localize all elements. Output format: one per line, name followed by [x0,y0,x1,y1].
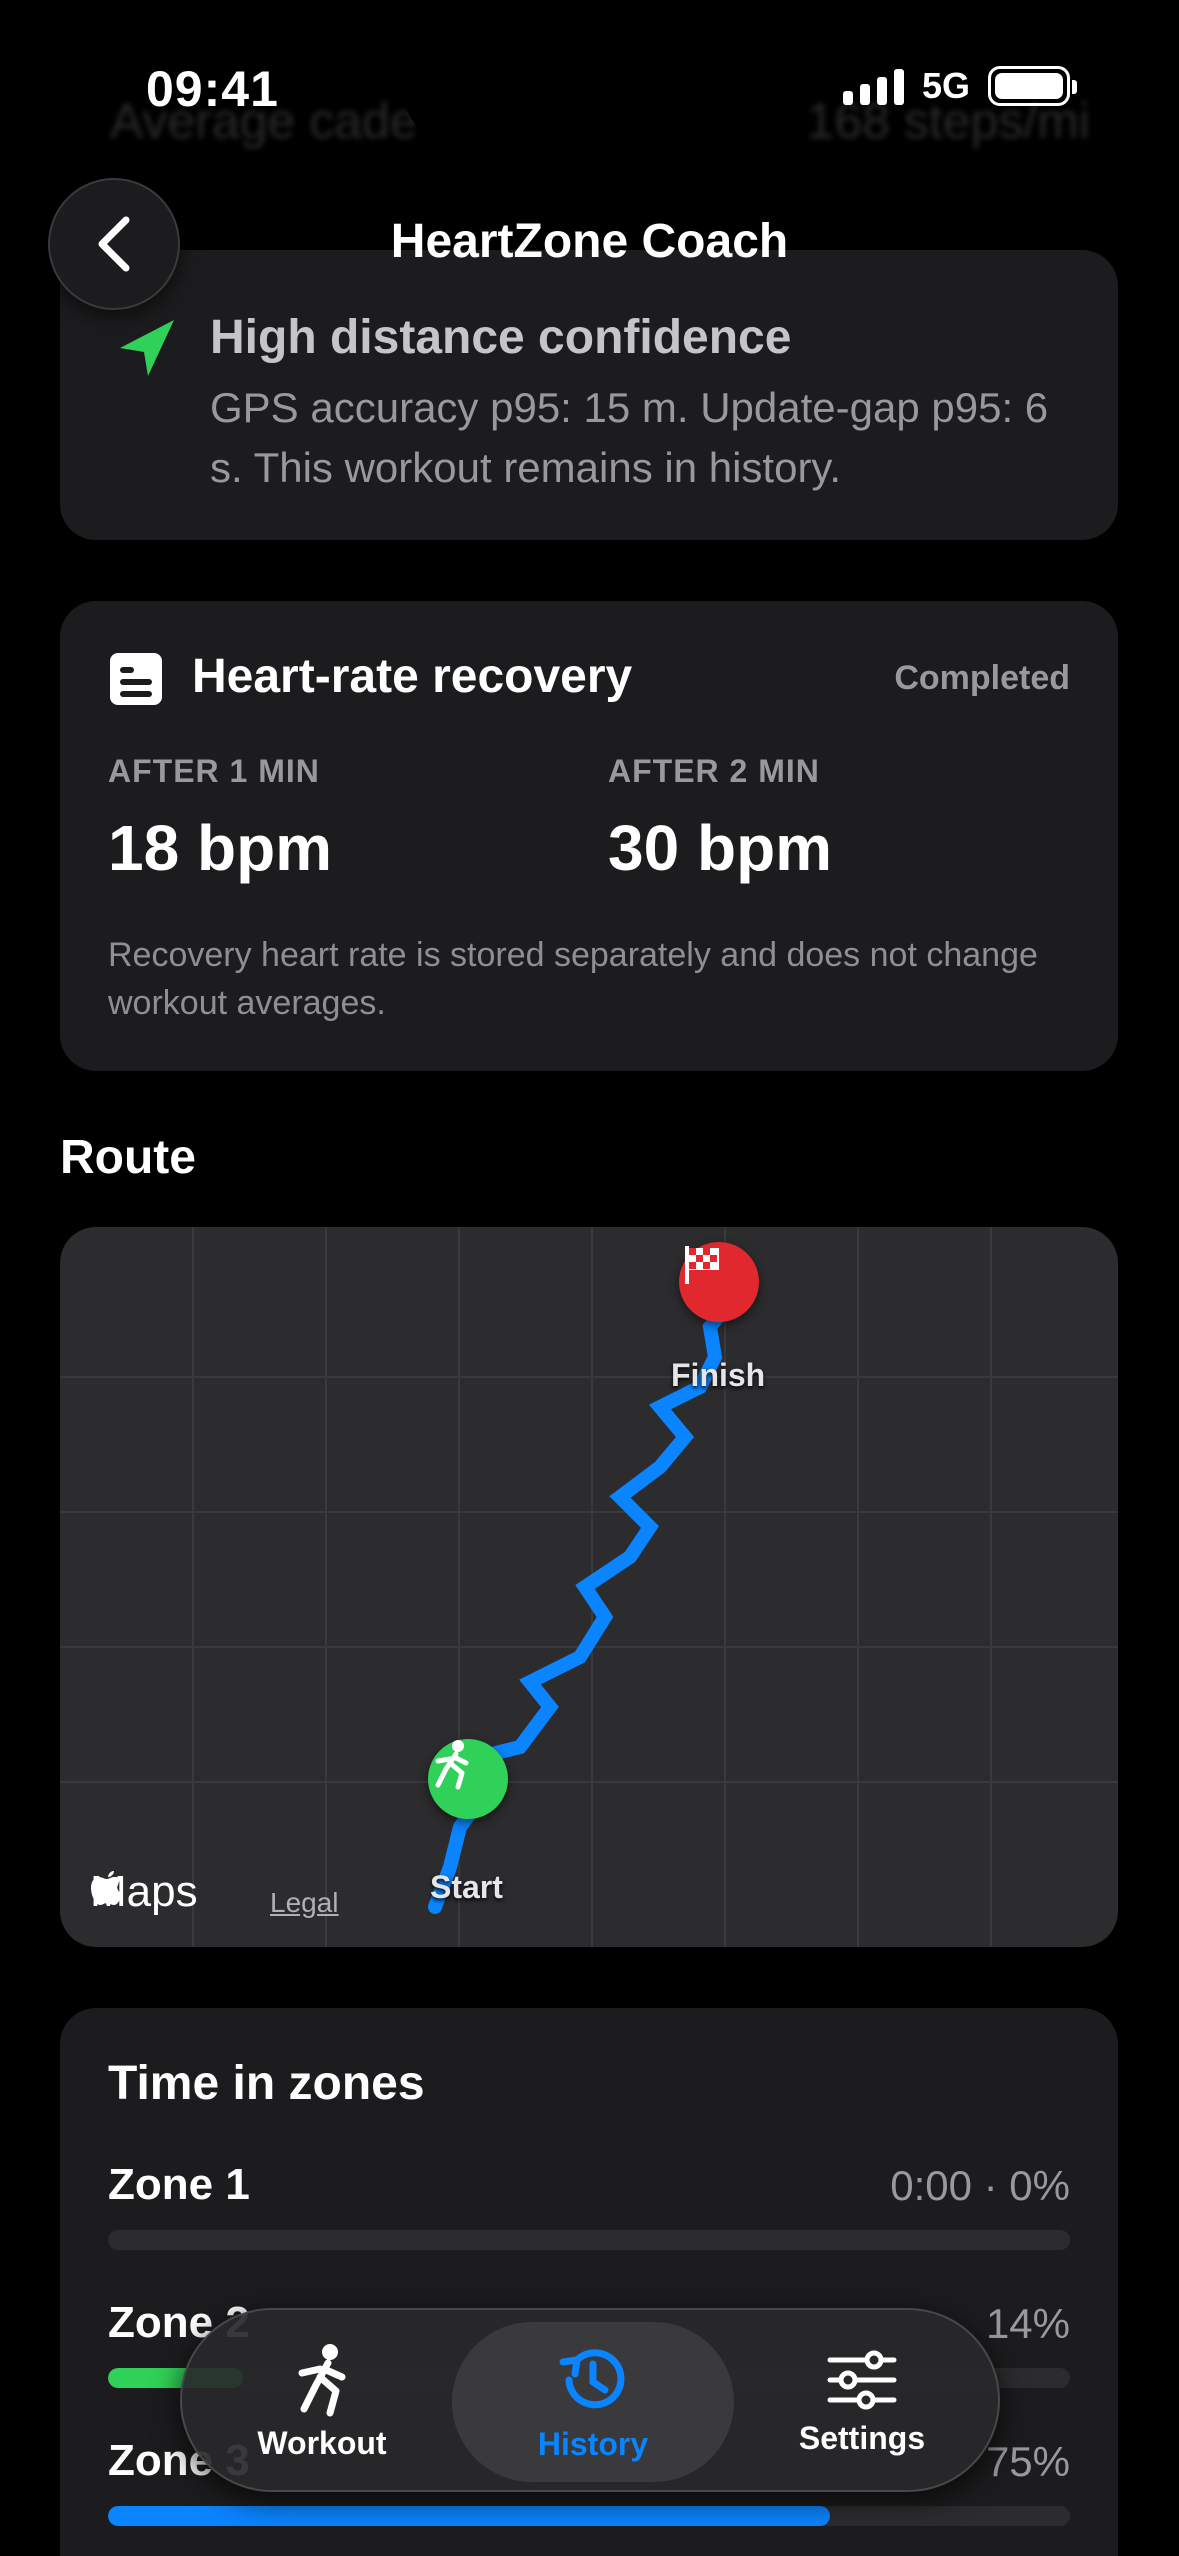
zone-1-value: 0:00 · 0% [890,2162,1070,2209]
route-section-title: Route [60,1131,196,1184]
tab-settings[interactable]: Settings [762,2322,962,2482]
after-1-min-value: 18 bpm [108,812,333,884]
network-type: 5G [922,65,971,106]
recovery-status: Completed [894,659,1070,697]
status-indicators: 5G [843,64,1078,108]
start-label: Start [430,1869,503,1905]
zone-3-bar [108,2506,1070,2526]
tab-history[interactable]: History [452,2322,734,2482]
sliders-icon [827,2350,897,2409]
status-bar: 09:41 5G [0,0,1179,170]
zone-1-bar [108,2230,1070,2250]
tab-workout-label: Workout [257,2424,387,2461]
legal-link[interactable]: Legal [270,1887,339,1919]
location-arrow-icon [120,320,174,376]
gps-confidence-card: High distance confidence GPS accuracy p9… [60,250,1118,540]
finish-label: Finish [671,1357,766,1393]
recovery-title: Heart-rate recovery [192,650,633,703]
dynamic-island [403,36,775,144]
after-2-min-value: 30 bpm [608,812,833,884]
running-figure-icon [298,2343,346,2416]
page-title: HeartZone Coach [390,215,789,268]
heart-rate-recovery-card: Heart-rate recovery Completed AFTER 1 MI… [60,601,1118,1071]
route-map[interactable]: Start Finish Maps Legal [60,1227,1118,1947]
gps-confidence-body: GPS accuracy p95: 15 m. Update-gap p95: … [210,384,1049,491]
tab-history-label: History [537,2425,649,2462]
checkered-flag-icon [685,1246,719,1284]
report-card-icon [110,653,162,705]
tab-settings-label: Settings [798,2419,926,2456]
cellular-signal-icon [843,67,904,105]
map-grid [60,1227,1118,1947]
history-clock-icon [559,2348,625,2408]
zone-3-fill [108,2506,830,2526]
zone-2-value: 14% [985,2300,1070,2347]
running-figure-icon [435,1740,469,1790]
battery-icon [988,66,1078,106]
tab-workout[interactable]: Workout [222,2322,422,2482]
after-2-min-label: AFTER 2 MIN [608,753,820,789]
apple-maps-logo: Maps [90,1867,198,1917]
status-time: 09:41 [146,61,279,117]
apple-logo-icon [91,1871,122,1905]
zones-title: Time in zones [108,2057,425,2110]
start-marker[interactable] [428,1739,508,1819]
after-1-min-label: AFTER 1 MIN [108,753,320,789]
zone-1-name: Zone 1 [108,2160,250,2209]
gps-confidence-title: High distance confidence [210,311,792,364]
recovery-note: Recovery heart rate is stored separately… [108,936,1038,1022]
finish-marker[interactable] [679,1242,759,1322]
zone-3-value: 75% [985,2438,1070,2485]
tab-bar: Workout History Settings [180,2308,1000,2492]
